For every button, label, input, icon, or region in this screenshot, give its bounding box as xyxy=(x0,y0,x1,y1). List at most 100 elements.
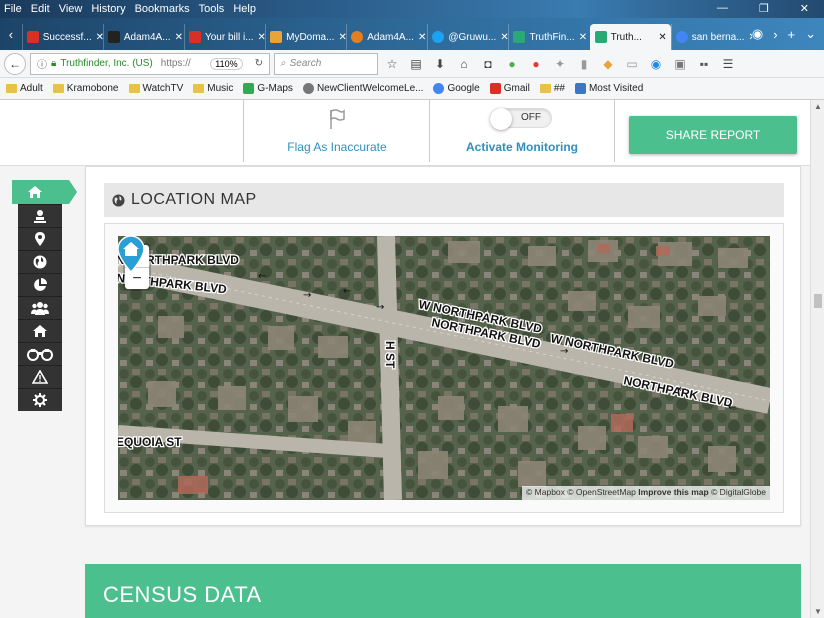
pocket-icon[interactable]: ◘ xyxy=(478,54,498,74)
extension-icon[interactable]: ▪▪ xyxy=(694,54,714,74)
menu-file[interactable]: File xyxy=(4,3,22,15)
tab[interactable]: @Gruwu... ✕ xyxy=(427,24,508,50)
gmail-icon xyxy=(26,31,39,43)
extension-icon[interactable]: ● xyxy=(502,54,522,74)
extension-icon[interactable]: ▭ xyxy=(622,54,642,74)
menu-view[interactable]: View xyxy=(59,3,83,15)
menu-icon[interactable]: ☰ xyxy=(718,54,738,74)
location-pin-icon[interactable] xyxy=(118,236,144,272)
tab-label: TruthFin... xyxy=(529,31,575,43)
tab[interactable]: Adam4A... ✕ xyxy=(102,24,184,50)
tab[interactable]: Adam4A... ✕ xyxy=(346,24,427,50)
tab-close-icon[interactable]: ✕ xyxy=(579,32,587,43)
tab-close-icon[interactable]: ✕ xyxy=(418,32,426,43)
mapbox-link[interactable]: © Mapbox xyxy=(526,487,565,497)
globe-icon xyxy=(302,83,314,94)
census-data-title: CENSUS DATA xyxy=(103,582,262,607)
flag-inaccurate-action[interactable]: Flag As Inaccurate xyxy=(244,100,430,162)
bookmark-google[interactable]: Google xyxy=(433,83,480,94)
close-window-button[interactable]: ✕ xyxy=(800,2,809,15)
download-icon[interactable]: ⬇ xyxy=(430,54,450,74)
census-data-header: CENSUS DATA xyxy=(85,564,801,618)
tab[interactable]: san berna...✕ xyxy=(670,24,752,50)
reader-icon[interactable]: ▤ xyxy=(406,54,426,74)
site-identity[interactable]: Truthfinder, Inc. (US) xyxy=(60,58,152,69)
scrollbar-thumb[interactable] xyxy=(814,294,822,308)
sync-icon[interactable]: ◉ xyxy=(646,54,666,74)
nav-location[interactable] xyxy=(18,227,62,250)
extension-icon[interactable]: ▣ xyxy=(670,54,690,74)
folder-icon xyxy=(539,84,551,93)
digitalglobe-link[interactable]: © DigitalGlobe xyxy=(711,487,766,497)
tab-close-icon[interactable]: ✕ xyxy=(96,32,103,43)
nav-warning[interactable] xyxy=(18,365,62,388)
tab-label: @Gruwu... xyxy=(448,31,497,43)
search-input[interactable]: Search xyxy=(290,58,322,69)
tab-close-icon[interactable]: ✕ xyxy=(658,32,666,43)
star-icon[interactable]: ☆ xyxy=(382,54,402,74)
tab-close-icon[interactable]: ✕ xyxy=(500,32,508,43)
tab-scroll-right-button[interactable]: › xyxy=(773,27,777,42)
zoom-indicator[interactable]: 110% xyxy=(210,57,243,70)
menu-bookmarks[interactable]: Bookmarks xyxy=(135,3,190,15)
bookmark-kramobone[interactable]: Kramobone xyxy=(52,83,119,94)
new-tab-button[interactable]: + xyxy=(788,27,796,42)
google-icon xyxy=(433,83,445,94)
tab[interactable]: Successf... ✕ xyxy=(21,24,103,50)
bookmark-gmail[interactable]: Gmail xyxy=(489,83,530,94)
maximize-button[interactable]: ❐ xyxy=(759,2,769,15)
bookmark-watchtv[interactable]: WatchTV xyxy=(128,83,183,94)
bookmark-music[interactable]: Music xyxy=(193,83,233,94)
extension-icon[interactable]: ✦ xyxy=(550,54,570,74)
url-bar[interactable]: ⓘ 🔒︎ Truthfinder, Inc. (US) https:// 110… xyxy=(30,52,270,75)
tab-scroll-left-button[interactable]: ‹ xyxy=(0,18,22,50)
bookmark-newclient[interactable]: NewClientWelcomeLe... xyxy=(302,83,423,94)
tab[interactable]: TruthFin... ✕ xyxy=(508,24,589,50)
tab[interactable]: MyDoma... ✕ xyxy=(265,24,346,50)
scroll-down-arrow-icon[interactable]: ▼ xyxy=(814,607,822,616)
activate-monitoring-label[interactable]: Activate Monitoring xyxy=(430,140,614,154)
nav-chart[interactable] xyxy=(18,273,62,296)
url-text[interactable]: https:// xyxy=(161,58,191,69)
bookmark-hash[interactable]: ## xyxy=(539,83,565,94)
tab-list-button[interactable]: ⌄ xyxy=(805,26,816,42)
nav-settings[interactable] xyxy=(18,388,62,411)
google-icon xyxy=(675,31,688,43)
search-box[interactable]: ⌕ Search xyxy=(274,52,378,75)
tab-active[interactable]: Truth... ✕ xyxy=(589,24,671,50)
satellite-map[interactable]: N NORTHPARK BLVD NORTHPARK BLVD W NORTHP… xyxy=(118,236,770,500)
bookmark-adult[interactable]: Adult xyxy=(6,83,43,94)
back-button[interactable]: ← xyxy=(4,52,26,75)
page-scrollbar[interactable]: ▲ ▼ xyxy=(810,100,824,618)
improve-map-link[interactable]: Improve this map xyxy=(638,487,708,497)
nav-people[interactable] xyxy=(18,296,62,319)
scroll-up-arrow-icon[interactable]: ▲ xyxy=(814,102,822,111)
menu-edit[interactable]: Edit xyxy=(31,3,50,15)
tab[interactable]: Your bill i... ✕ xyxy=(183,24,266,50)
nav-globe[interactable] xyxy=(18,250,62,273)
menu-history[interactable]: History xyxy=(91,3,125,15)
nav-home[interactable] xyxy=(12,180,77,204)
tab-close-icon[interactable]: ✕ xyxy=(338,32,346,43)
home-icon[interactable]: ⌂ xyxy=(454,54,474,74)
menu-help[interactable]: Help xyxy=(233,3,256,15)
monitoring-toggle[interactable]: OFF xyxy=(490,108,552,130)
menu-tools[interactable]: Tools xyxy=(199,3,225,15)
reload-icon[interactable]: ↻ xyxy=(255,58,263,69)
globe-icon xyxy=(112,193,125,207)
extension-icon[interactable]: ● xyxy=(526,54,546,74)
nav-person[interactable] xyxy=(18,204,62,227)
tab-close-icon[interactable]: ✕ xyxy=(175,32,183,43)
nav-property[interactable] xyxy=(18,319,62,342)
tab-close-icon[interactable]: ✕ xyxy=(258,32,266,43)
flag-inaccurate-label[interactable]: Flag As Inaccurate xyxy=(244,140,430,154)
extension-icon[interactable]: ▮ xyxy=(574,54,594,74)
minimize-button[interactable]: — xyxy=(717,2,728,15)
bookmark-most-visited[interactable]: Most Visited xyxy=(574,83,643,94)
extension-icon[interactable]: ◆ xyxy=(598,54,618,74)
nav-social[interactable] xyxy=(18,342,62,365)
info-icon[interactable]: ⓘ xyxy=(37,56,47,71)
osm-link[interactable]: © OpenStreetMap xyxy=(567,487,636,497)
share-report-button[interactable]: SHARE REPORT xyxy=(629,116,797,154)
bookmark-gmaps[interactable]: G-Maps xyxy=(243,83,293,94)
